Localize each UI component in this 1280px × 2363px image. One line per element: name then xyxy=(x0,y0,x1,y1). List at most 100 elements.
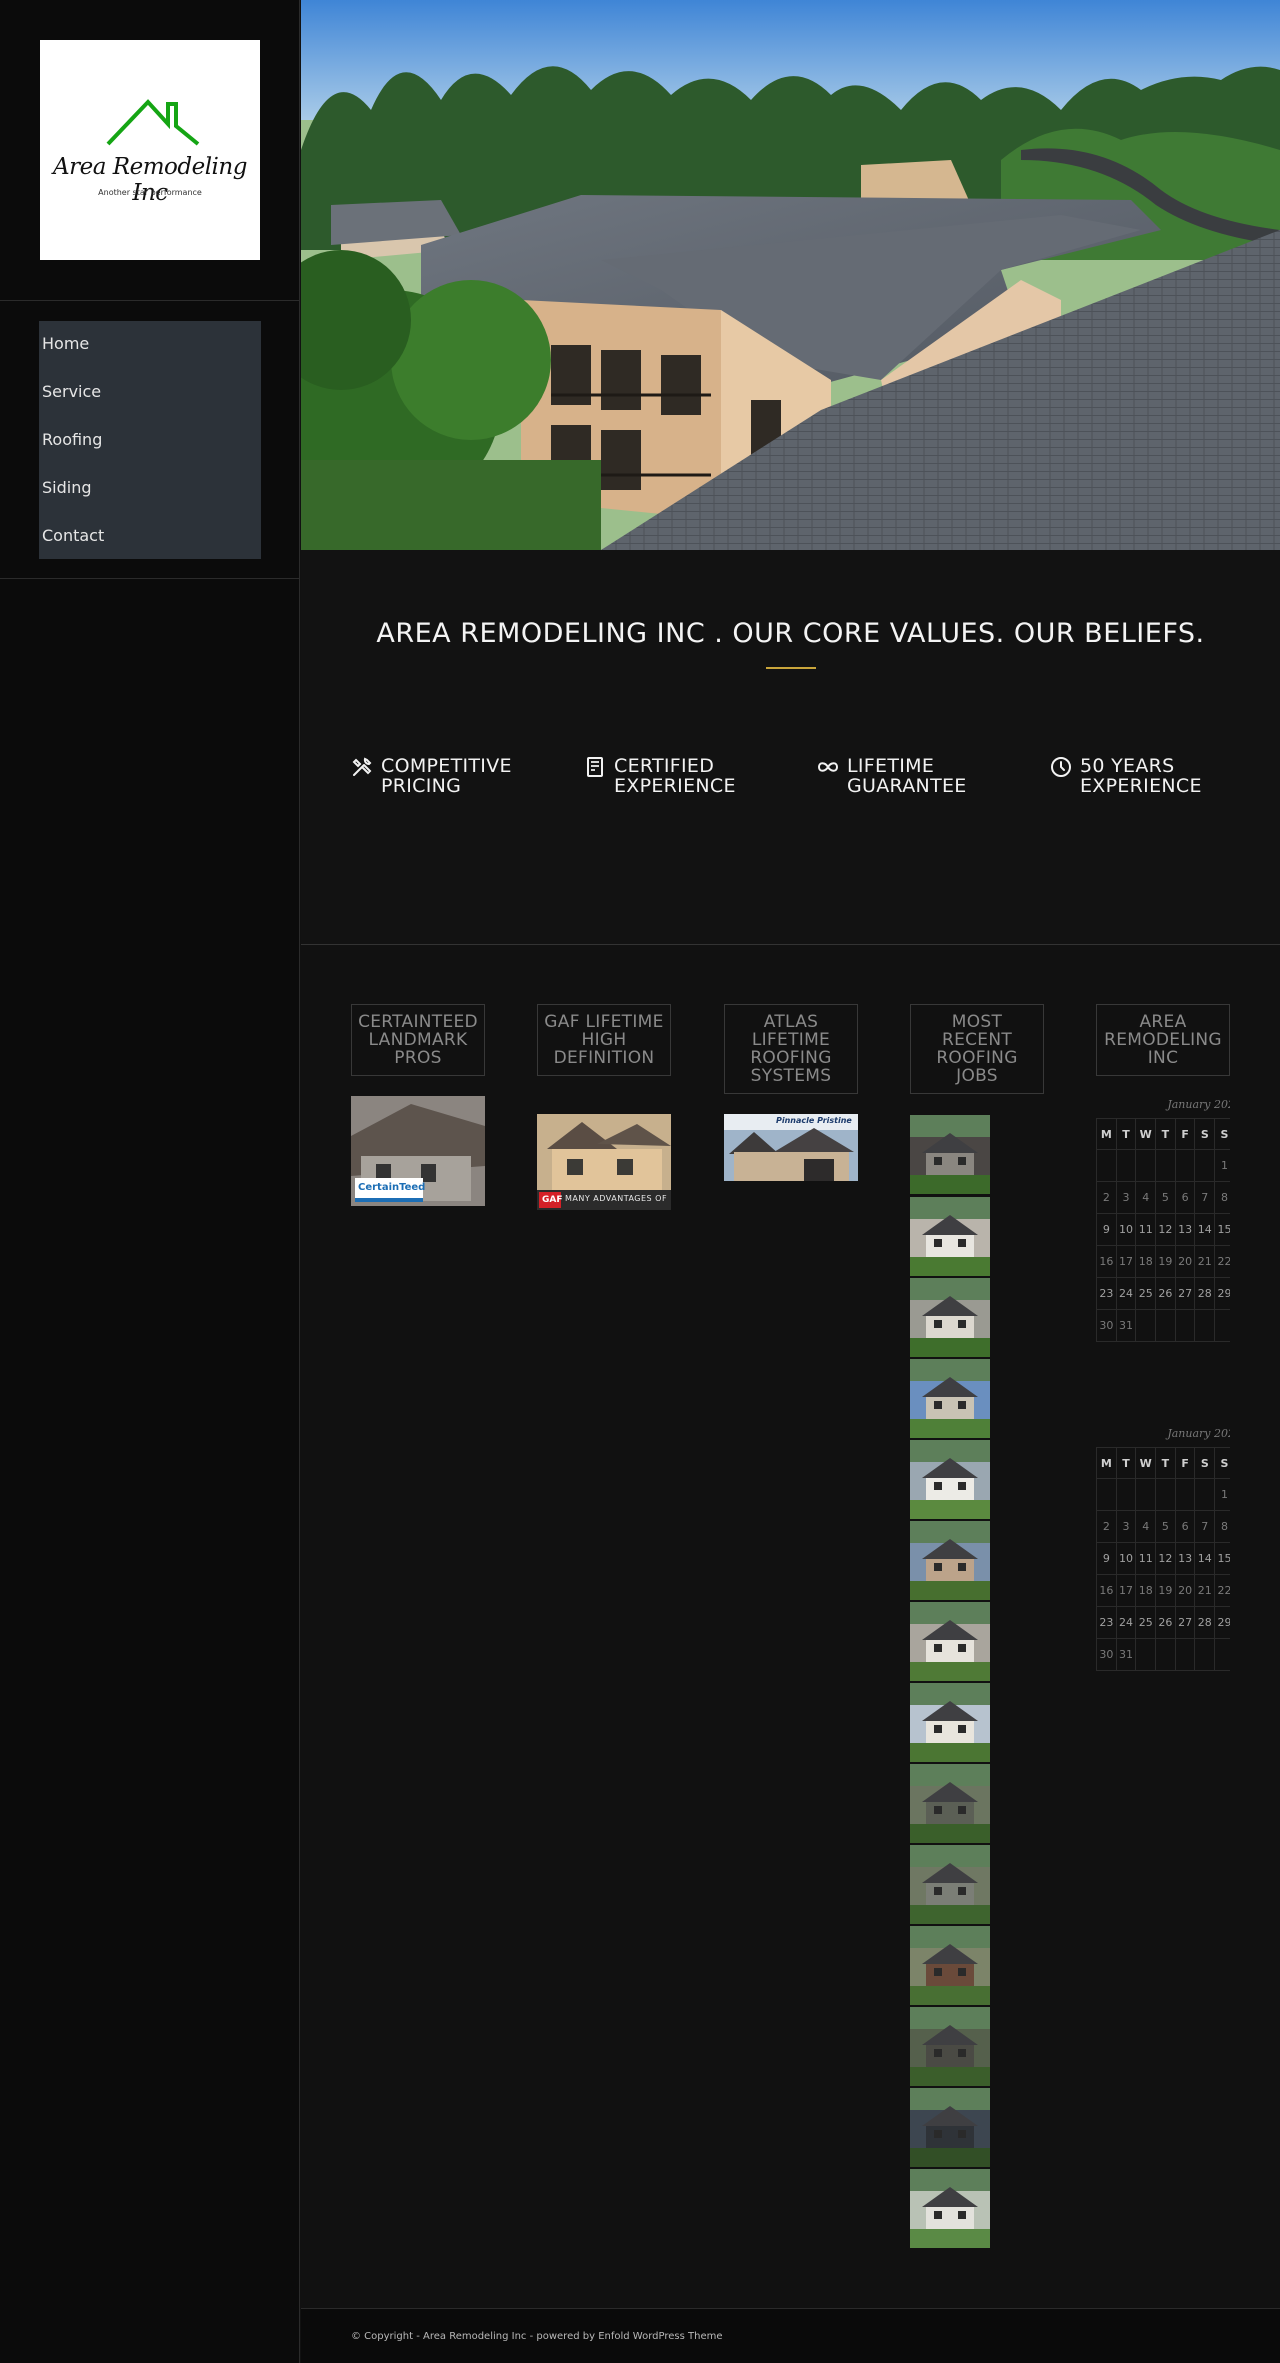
calendar-day: 30 xyxy=(1096,1309,1117,1342)
roofing-job-thumbnail[interactable] xyxy=(910,1926,990,2005)
house-photo xyxy=(910,1845,990,1924)
roofing-job-thumbnail[interactable] xyxy=(910,1845,990,1924)
calendar-day xyxy=(1135,1149,1157,1182)
calendar-day: 29 xyxy=(1214,1606,1230,1639)
roofing-job-thumbnail[interactable] xyxy=(910,1278,990,1357)
calendar-day: 29 xyxy=(1214,1277,1230,1310)
sidebar-divider xyxy=(0,578,300,579)
calendar-day xyxy=(1194,1478,1216,1511)
atlas-image[interactable]: Pinnacle Pristine xyxy=(724,1114,858,1181)
house-photo xyxy=(910,1602,990,1681)
roofing-job-thumbnail[interactable] xyxy=(910,1764,990,1843)
calendar-day: 8 xyxy=(1214,1181,1230,1214)
logo-name: Area Remodeling Inc xyxy=(53,154,247,206)
widget-title: ATLAS LIFETIME ROOFING SYSTEMS xyxy=(724,1004,858,1094)
calendar-week: 16 17 18 19 20 21 22 xyxy=(1096,1574,1230,1607)
calendar-day: 31 xyxy=(1115,1309,1137,1342)
calendar-weekdays: MTWTFSS xyxy=(1096,1447,1230,1479)
roofing-job-thumbnail[interactable] xyxy=(910,2007,990,2086)
widget-title: AREA REMODELING INC xyxy=(1096,1004,1230,1076)
calendar-day: 9 xyxy=(1096,1542,1117,1575)
calendar-day: 13 xyxy=(1174,1542,1196,1575)
calendar-day: 1 xyxy=(1214,1149,1230,1182)
calendar-day xyxy=(1174,1149,1196,1182)
calendar-day: 6 xyxy=(1174,1510,1196,1543)
roofing-job-thumbnail[interactable] xyxy=(910,1197,990,1276)
nav-item-home[interactable]: Home xyxy=(39,321,261,369)
site-logo[interactable]: Area Remodeling Inc Another star perform… xyxy=(40,40,260,260)
weekday-label: T xyxy=(1115,1447,1137,1479)
calendar-day xyxy=(1155,1309,1176,1342)
calendar-day xyxy=(1194,1638,1216,1671)
calendar-day xyxy=(1214,1638,1230,1671)
calendar-day: 4 xyxy=(1135,1510,1157,1543)
calendar-week: 1 xyxy=(1096,1149,1230,1182)
house-photo xyxy=(910,1926,990,2005)
calendar-day: 17 xyxy=(1115,1574,1137,1607)
house-photo xyxy=(910,1197,990,1276)
gaf-badge: GAF xyxy=(542,1195,563,1205)
calendar-week: 2345678 xyxy=(1096,1181,1230,1214)
calendar-day: 23 xyxy=(1096,1606,1117,1639)
weekday-label: W xyxy=(1135,1447,1157,1479)
calendar-day: 10 xyxy=(1115,1213,1137,1246)
calendar-day xyxy=(1155,1638,1176,1671)
house-photo xyxy=(910,1521,990,1600)
weekday-label: S xyxy=(1214,1118,1230,1150)
calendar-week: 1 xyxy=(1096,1478,1230,1511)
roofing-job-thumbnail[interactable] xyxy=(910,1440,990,1519)
calendar-week: 2345678 xyxy=(1096,1510,1230,1543)
roofing-job-thumbnail[interactable] xyxy=(910,1115,990,1194)
roofing-job-thumbnail[interactable] xyxy=(910,1683,990,1762)
roofing-job-thumbnail[interactable] xyxy=(910,1521,990,1600)
calendar-week: 9 10 11 12 13 14 15 xyxy=(1096,1213,1230,1246)
calendar-week: 16 17 18 19 20 21 22 xyxy=(1096,1245,1230,1278)
calendar-day xyxy=(1096,1478,1117,1511)
calendar-day: 27 xyxy=(1174,1277,1196,1310)
calendar-day xyxy=(1194,1149,1216,1182)
nav-item-service[interactable]: Service xyxy=(39,369,261,417)
certainteed-image[interactable]: CertainTeed xyxy=(351,1096,485,1206)
calendar-day: 22 xyxy=(1214,1245,1230,1278)
calendar-day: 1 xyxy=(1214,1478,1230,1511)
calendar-day xyxy=(1135,1478,1157,1511)
calendar-day: 14 xyxy=(1194,1542,1216,1575)
feature-label: CERTIFIED EXPERIENCE xyxy=(614,755,736,797)
widget-title: CERTAINTEED LANDMARK PROS xyxy=(351,1004,485,1076)
widget-title: GAF LIFETIME HIGH DEFINITION xyxy=(537,1004,671,1076)
calendar-day: 3 xyxy=(1115,1181,1137,1214)
calendar-day: 23 xyxy=(1096,1277,1117,1310)
weekday-label: M xyxy=(1096,1447,1117,1479)
calendar-day: 24 xyxy=(1115,1277,1137,1310)
column-certainteed: CERTAINTEED LANDMARK PROS xyxy=(351,1004,485,1076)
calendar-day: 15 xyxy=(1214,1542,1230,1575)
calendar-day xyxy=(1174,1309,1196,1342)
calendar-day: 27 xyxy=(1174,1606,1196,1639)
calendar-day: 31 xyxy=(1115,1638,1137,1671)
calendar-day xyxy=(1174,1638,1196,1671)
calendar-day: 26 xyxy=(1155,1606,1176,1639)
calendar-day: 14 xyxy=(1194,1213,1216,1246)
calendar-day: 22 xyxy=(1214,1574,1230,1607)
calendar-day: 21 xyxy=(1194,1245,1216,1278)
weekday-label: T xyxy=(1155,1447,1176,1479)
roofing-job-thumbnail[interactable] xyxy=(910,2088,990,2167)
calendar-day: 2 xyxy=(1096,1510,1117,1543)
calendar-day: 5 xyxy=(1155,1510,1176,1543)
nav-item-contact[interactable]: Contact xyxy=(39,513,261,561)
gaf-banner-text: MANY ADVANTAGES OF xyxy=(565,1194,668,1203)
calendar-day: 8 xyxy=(1214,1510,1230,1543)
calendar-day: 18 xyxy=(1135,1574,1157,1607)
roofing-job-thumbnail[interactable] xyxy=(910,1602,990,1681)
roofing-job-thumbnail[interactable] xyxy=(910,1359,990,1438)
roofing-job-thumbnail[interactable] xyxy=(910,2169,990,2248)
nav-item-siding[interactable]: Siding xyxy=(39,465,261,513)
calendar-widget: January 2023 MTWTFSS 1234567891011121314… xyxy=(1096,1096,1230,1342)
gaf-image[interactable]: GAF MANY ADVANTAGES OF xyxy=(537,1114,671,1210)
calendar-table: MTWTFSS 1 2 3 4 5 6 7 8 9 10 11 12 13 14 15 16 17 18 19 20 2… xyxy=(1096,1447,1230,1671)
calendar-day: 11 xyxy=(1135,1213,1157,1246)
house-photo xyxy=(910,1278,990,1357)
calendar-week: 30 31 xyxy=(1096,1309,1230,1342)
certificate-icon xyxy=(587,757,603,777)
nav-item-roofing[interactable]: Roofing xyxy=(39,417,261,465)
